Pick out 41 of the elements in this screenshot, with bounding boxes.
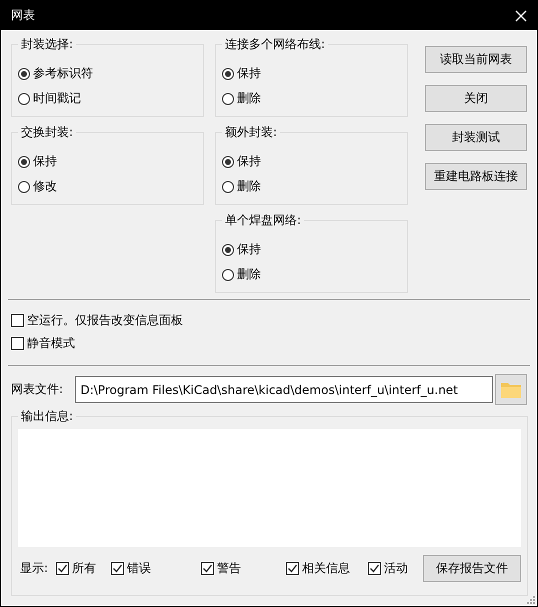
action-button[interactable]: 封装测试: [425, 124, 527, 151]
window-title: 网表: [11, 7, 35, 24]
check-icon: [112, 563, 124, 574]
radio-option[interactable]: 时间戳记: [18, 86, 197, 111]
filter-checkbox[interactable]: 错误: [111, 560, 152, 577]
checkbox-option[interactable]: 空运行。仅报告改变信息面板: [11, 312, 527, 329]
save-report-button[interactable]: 保存报告文件: [423, 555, 521, 582]
check-icon: [287, 563, 298, 574]
file-path-field[interactable]: D:\Program Files\KiCad\share\kicad\demos\interf_u\interf_u.net: [75, 376, 494, 403]
radio-option[interactable]: 修改: [18, 174, 197, 199]
radio-option[interactable]: 删除: [222, 262, 401, 287]
group-title: 交换封装:: [20, 124, 74, 141]
check-icon: [57, 563, 68, 574]
filter-checkbox[interactable]: 活动: [368, 560, 408, 577]
filter-checkbox[interactable]: 相关信息: [286, 560, 350, 577]
checkbox-option[interactable]: 静音模式: [11, 335, 527, 352]
check-icon: [369, 563, 380, 574]
resize-grip-icon[interactable]: [527, 596, 535, 604]
group-title: 连接多个网络布线:: [224, 36, 326, 53]
group-title: 单个焊盘网络:: [224, 212, 302, 229]
radio-option[interactable]: 删除: [222, 86, 401, 111]
filter-label: 显示:: [20, 560, 48, 577]
radio-option[interactable]: 保持: [18, 149, 197, 174]
check-icon: [202, 563, 214, 574]
action-button[interactable]: 重建电路板连接: [425, 163, 527, 190]
filter-checkbox[interactable]: 所有: [56, 560, 96, 577]
group-title: 输出信息:: [20, 408, 74, 425]
radio-option[interactable]: 保持: [222, 237, 401, 262]
radio-option[interactable]: 参考标识符: [18, 61, 197, 86]
action-button[interactable]: 读取当前网表: [425, 46, 527, 73]
radio-option[interactable]: 保持: [222, 61, 401, 86]
group-title: 封装选择:: [20, 36, 74, 53]
browse-button[interactable]: [495, 374, 527, 405]
group-title: 额外封装:: [224, 124, 278, 141]
radio-option[interactable]: 删除: [222, 174, 401, 199]
radio-option[interactable]: 保持: [222, 149, 401, 174]
folder-icon: [500, 380, 522, 398]
close-icon[interactable]: [515, 10, 527, 22]
action-button[interactable]: 关闭: [425, 85, 527, 112]
field-label: 网表文件:: [11, 381, 64, 398]
filter-checkbox[interactable]: 警告: [201, 560, 242, 577]
